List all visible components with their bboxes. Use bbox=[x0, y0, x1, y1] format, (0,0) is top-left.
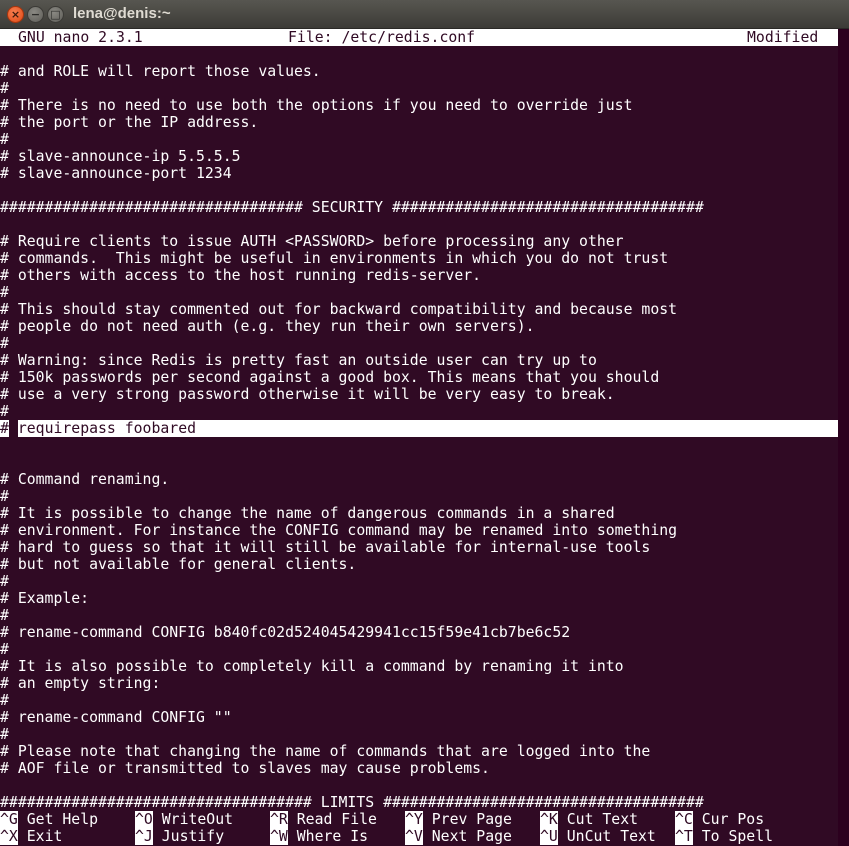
current-line-text: requirepass foobared bbox=[17, 420, 197, 437]
editor-line: ################################## SECUR… bbox=[0, 199, 704, 216]
shortcut-item[interactable]: ^O WriteOut bbox=[135, 811, 233, 828]
shortcut-label: Where Is bbox=[296, 828, 369, 845]
shortcut-label: Exit bbox=[26, 828, 63, 845]
nano-header-bar: GNU nano 2.3.1 File: /etc/redis.conf Mod… bbox=[0, 29, 838, 46]
editor-line: # bbox=[0, 335, 9, 352]
editor-line: # slave-announce-ip 5.5.5.5 bbox=[0, 148, 241, 165]
editor-line: # Command renaming. bbox=[0, 471, 170, 488]
shortcut-label: Get Help bbox=[26, 811, 99, 828]
editor-line: # and ROLE will report those values. bbox=[0, 63, 321, 80]
shortcut-key: ^V bbox=[405, 828, 423, 845]
close-window-icon[interactable]: × bbox=[7, 6, 24, 23]
editor-line: # others with access to the host running… bbox=[0, 267, 482, 284]
shortcut-key: ^G bbox=[0, 811, 18, 828]
editor-line: # commands. This might be useful in envi… bbox=[0, 250, 669, 267]
shortcut-item[interactable]: ^X Exit bbox=[0, 828, 62, 845]
terminal-scrollbar[interactable] bbox=[838, 29, 849, 846]
editor-line: # AOF file or transmitted to slaves may … bbox=[0, 760, 490, 777]
editor-line: # bbox=[0, 573, 9, 590]
editor-line: # slave-announce-port 1234 bbox=[0, 165, 232, 182]
nano-version: GNU nano 2.3.1 bbox=[18, 29, 143, 46]
nano-modified-status: Modified bbox=[747, 29, 819, 46]
editor-line: # This should stay commented out for bac… bbox=[0, 301, 678, 318]
shortcut-label: Justify bbox=[161, 828, 225, 845]
shortcut-item[interactable]: ^Y Prev Page bbox=[405, 811, 512, 828]
editor-line: # 150k passwords per second against a go… bbox=[0, 369, 660, 386]
window-title: lena@denis:~ bbox=[73, 5, 171, 22]
editor-line: # Example: bbox=[0, 590, 90, 607]
shortcut-key: ^O bbox=[135, 811, 153, 828]
terminal-area[interactable]: GNU nano 2.3.1 File: /etc/redis.conf Mod… bbox=[0, 29, 849, 846]
editor-line: # Require clients to issue AUTH <PASSWOR… bbox=[0, 233, 624, 250]
editor-line: # but not available for general clients. bbox=[0, 556, 357, 573]
shortcut-label: To Spell bbox=[701, 828, 774, 845]
shortcut-item[interactable]: ^V Next Page bbox=[405, 828, 512, 845]
editor-line: # bbox=[0, 726, 9, 743]
editor-line: # bbox=[0, 488, 9, 505]
nano-file-name: File: /etc/redis.conf bbox=[288, 29, 476, 46]
editor-line: # bbox=[0, 131, 9, 148]
shortcut-item[interactable]: ^C Cur Pos bbox=[675, 811, 764, 828]
shortcut-label: Cur Pos bbox=[701, 811, 765, 828]
terminal-window: × − □ lena@denis:~ GNU nano 2.3.1 File: … bbox=[0, 0, 849, 846]
maximize-window-icon[interactable]: □ bbox=[47, 6, 64, 23]
editor-line: # There is no need to use both the optio… bbox=[0, 97, 633, 114]
shortcut-key: ^U bbox=[540, 828, 558, 845]
shortcut-item[interactable]: ^J Justify bbox=[135, 828, 224, 845]
editor-line: # use a very strong password otherwise i… bbox=[0, 386, 615, 403]
shortcut-key: ^Y bbox=[405, 811, 423, 828]
editor-line: ################################### LIMI… bbox=[0, 794, 704, 811]
editor-line: # bbox=[0, 403, 9, 420]
shortcut-label: Cut Text bbox=[566, 811, 639, 828]
editor-line: # bbox=[0, 641, 9, 658]
shortcut-key: ^T bbox=[675, 828, 693, 845]
editor-line: # an empty string: bbox=[0, 675, 161, 692]
editor-line: # bbox=[0, 80, 9, 97]
editor-line: # rename-command CONFIG b840fc02d5240454… bbox=[0, 624, 571, 641]
shortcut-key: ^X bbox=[0, 828, 18, 845]
editor-line: # people do not need auth (e.g. they run… bbox=[0, 318, 535, 335]
shortcut-item[interactable]: ^K Cut Text bbox=[540, 811, 638, 828]
shortcut-item[interactable]: ^W Where Is bbox=[270, 828, 368, 845]
editor-line: # Please note that changing the name of … bbox=[0, 743, 651, 760]
shortcut-key: ^K bbox=[540, 811, 558, 828]
editor-line: # the port or the IP address. bbox=[0, 114, 259, 131]
editor-line: # bbox=[0, 692, 9, 709]
shortcut-key: ^R bbox=[270, 811, 288, 828]
editor-line: # It is possible to change the name of d… bbox=[0, 505, 615, 522]
shortcut-label: Next Page bbox=[431, 828, 512, 845]
shortcut-label: WriteOut bbox=[161, 811, 234, 828]
editor-line: # It is also possible to completely kill… bbox=[0, 658, 624, 675]
shortcut-key: ^W bbox=[270, 828, 288, 845]
current-line[interactable]: # requirepass foobared bbox=[0, 420, 838, 437]
editor-line: # bbox=[0, 284, 9, 301]
shortcut-item[interactable]: ^G Get Help bbox=[0, 811, 98, 828]
shortcut-label: Prev Page bbox=[431, 811, 512, 828]
shortcut-label: UnCut Text bbox=[566, 828, 656, 845]
shortcut-label: Read File bbox=[296, 811, 377, 828]
editor-line: # environment. For instance the CONFIG c… bbox=[0, 522, 678, 539]
text-cursor bbox=[8, 420, 18, 437]
window-titlebar[interactable]: × − □ lena@denis:~ bbox=[0, 0, 849, 29]
editor-line: # Warning: since Redis is pretty fast an… bbox=[0, 352, 597, 369]
shortcut-item[interactable]: ^R Read File bbox=[270, 811, 377, 828]
shortcut-key: ^J bbox=[135, 828, 153, 845]
minimize-window-icon[interactable]: − bbox=[27, 6, 44, 23]
editor-line: # bbox=[0, 607, 9, 624]
editor-line: # rename-command CONFIG "" bbox=[0, 709, 232, 726]
shortcut-key: ^C bbox=[675, 811, 693, 828]
current-line-prefix: # bbox=[0, 420, 9, 437]
shortcut-item[interactable]: ^T To Spell bbox=[675, 828, 773, 845]
shortcut-item[interactable]: ^U UnCut Text bbox=[540, 828, 656, 845]
editor-line: # hard to guess so that it will still be… bbox=[0, 539, 651, 556]
